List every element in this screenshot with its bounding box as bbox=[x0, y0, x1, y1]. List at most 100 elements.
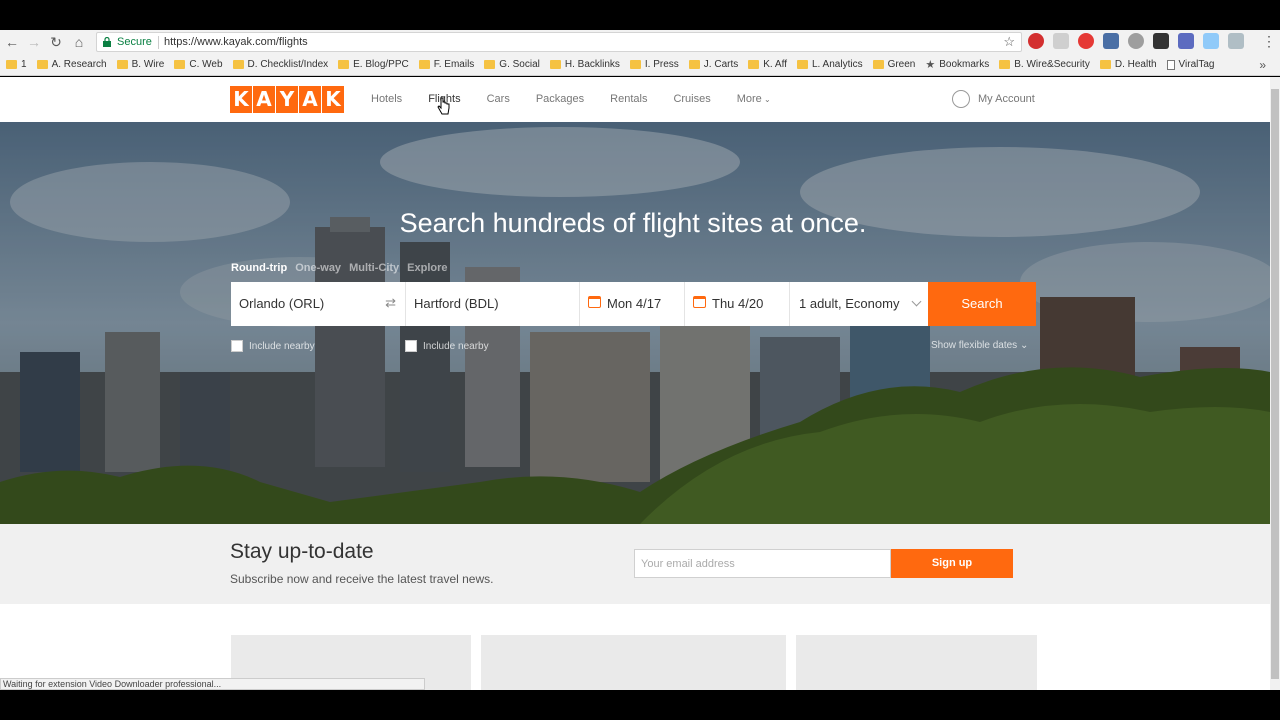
bookmark-item[interactable]: G. Social bbox=[484, 59, 540, 70]
screen: ← → ↻ ⌂ Secure https://www.kayak.com/fli… bbox=[0, 0, 1280, 720]
bookmark-item[interactable]: H. Backlinks bbox=[549, 59, 620, 70]
newsletter-title: Stay up-to-date bbox=[230, 540, 374, 563]
tab-explore[interactable]: Explore bbox=[407, 262, 447, 274]
bookmark-item[interactable]: 1 bbox=[6, 59, 27, 70]
nav-more[interactable]: More ⌄ bbox=[737, 93, 771, 105]
tab-multi-city[interactable]: Multi-City bbox=[349, 262, 399, 274]
search-button[interactable]: Search bbox=[928, 282, 1036, 326]
swap-icon[interactable]: ⇄ bbox=[385, 295, 396, 311]
bookmark-label: I. Press bbox=[644, 59, 679, 70]
site-header: K A Y A K Hotels Flights Cars Packages R… bbox=[0, 77, 1270, 122]
bookmark-item[interactable]: ★ Bookmarks bbox=[925, 58, 989, 71]
bookmark-star-icon[interactable]: ☆ bbox=[1003, 34, 1015, 50]
origin-include-nearby[interactable]: Include nearby bbox=[231, 340, 315, 352]
sign-up-button[interactable]: Sign up bbox=[891, 549, 1013, 578]
depart-date-field[interactable]: Mon 4/17 bbox=[580, 282, 685, 326]
page-scrollbar[interactable] bbox=[1270, 77, 1280, 690]
logo-letter: A bbox=[299, 86, 321, 113]
destination-nearby-checkbox[interactable] bbox=[405, 340, 417, 352]
folder-icon bbox=[484, 60, 496, 69]
nav-rentals[interactable]: Rentals bbox=[610, 93, 647, 105]
browser-toolbar: ← → ↻ ⌂ Secure https://www.kayak.com/fli… bbox=[0, 30, 1280, 54]
eyedropper-icon[interactable] bbox=[1103, 33, 1119, 49]
bookmark-item[interactable]: I. Press bbox=[629, 59, 679, 70]
gear-extension-icon[interactable] bbox=[1128, 33, 1144, 49]
code-extension-icon[interactable] bbox=[1228, 33, 1244, 49]
bookmarks-overflow-icon[interactable]: » bbox=[1259, 58, 1266, 72]
newsletter-section: Stay up-to-date Subscribe now and receiv… bbox=[0, 524, 1270, 604]
mail-extension-icon[interactable] bbox=[1053, 33, 1069, 49]
bookmark-item[interactable]: D. Health bbox=[1099, 59, 1157, 70]
bookmark-item[interactable]: K. Aff bbox=[748, 59, 787, 70]
bookmark-item[interactable]: A. Research bbox=[36, 59, 107, 70]
origin-nearby-checkbox[interactable] bbox=[231, 340, 243, 352]
folder-icon bbox=[232, 60, 244, 69]
secure-label: Secure bbox=[117, 36, 152, 48]
bookmark-item[interactable]: B. Wire&Security bbox=[999, 59, 1090, 70]
dark-extension-icon[interactable] bbox=[1153, 33, 1169, 49]
bookmark-item[interactable]: Green bbox=[872, 59, 915, 70]
logo-letter: A bbox=[253, 86, 275, 113]
travelers-value: 1 adult, Economy bbox=[799, 296, 900, 311]
tab-round-trip[interactable]: Round-trip bbox=[231, 262, 287, 274]
bookmark-label: H. Backlinks bbox=[564, 59, 620, 70]
forward-icon[interactable]: → bbox=[25, 33, 43, 51]
folder-icon bbox=[36, 60, 48, 69]
origin-field[interactable]: Orlando (ORL) ⇄ bbox=[231, 282, 406, 326]
top-black-bar bbox=[0, 0, 1280, 30]
kayak-logo[interactable]: K A Y A K bbox=[230, 86, 344, 113]
bookmark-label: A. Research bbox=[51, 59, 107, 70]
hero-title: Search hundreds of flight sites at once. bbox=[399, 208, 867, 238]
return-date-field[interactable]: Thu 4/20 bbox=[685, 282, 790, 326]
hand-cursor-icon bbox=[437, 97, 450, 115]
reload-icon[interactable]: ↻ bbox=[47, 33, 65, 51]
badge-extension-icon[interactable] bbox=[1178, 33, 1194, 49]
bookmark-item[interactable]: C. Web bbox=[174, 59, 223, 70]
bookmark-item[interactable]: D. Checklist/Index bbox=[232, 59, 328, 70]
bookmark-label: L. Analytics bbox=[811, 59, 863, 70]
my-account-link[interactable]: My Account bbox=[952, 90, 1035, 108]
bookmark-item[interactable]: E. Blog/PPC bbox=[338, 59, 409, 70]
image-extension-icon[interactable] bbox=[1203, 33, 1219, 49]
destination-include-nearby[interactable]: Include nearby bbox=[405, 340, 489, 352]
bookmark-item[interactable]: F. Emails bbox=[418, 59, 474, 70]
omnibox-divider bbox=[158, 36, 159, 49]
home-icon[interactable]: ⌂ bbox=[70, 33, 88, 51]
logo-letter: K bbox=[322, 86, 344, 113]
content-card[interactable] bbox=[796, 635, 1037, 690]
bookmark-label: G. Social bbox=[499, 59, 540, 70]
bookmark-item[interactable]: B. Wire bbox=[116, 59, 164, 70]
bookmark-item[interactable]: J. Carts bbox=[688, 59, 738, 70]
chevron-down-icon: ⌄ bbox=[1019, 340, 1029, 351]
content-card[interactable] bbox=[481, 635, 786, 690]
red-extension-icon[interactable] bbox=[1078, 33, 1094, 49]
show-flexible-dates-link[interactable]: Show flexible dates ⌄ bbox=[931, 340, 1028, 351]
address-bar[interactable]: Secure https://www.kayak.com/flights ☆ bbox=[96, 32, 1022, 52]
scrollbar-thumb[interactable] bbox=[1271, 89, 1279, 679]
nav-hotels[interactable]: Hotels bbox=[371, 93, 402, 105]
kayak-page: K A Y A K Hotels Flights Cars Packages R… bbox=[0, 77, 1270, 690]
adblock-icon[interactable] bbox=[1028, 33, 1044, 49]
nav-cars[interactable]: Cars bbox=[487, 93, 510, 105]
bookmark-item[interactable]: ViralTag bbox=[1166, 59, 1215, 70]
bookmark-label: Bookmarks bbox=[939, 59, 990, 70]
return-date-value: Thu 4/20 bbox=[712, 296, 764, 311]
nav-cruises[interactable]: Cruises bbox=[673, 93, 710, 105]
email-field[interactable] bbox=[634, 549, 891, 578]
bookmark-label: 1 bbox=[21, 59, 27, 70]
url-text[interactable]: https://www.kayak.com/flights bbox=[164, 36, 308, 48]
tab-one-way[interactable]: One-way bbox=[295, 262, 341, 274]
travelers-field[interactable]: 1 adult, Economy bbox=[790, 282, 928, 326]
destination-field[interactable]: Hartford (BDL) bbox=[406, 282, 580, 326]
bookmark-item[interactable]: L. Analytics bbox=[796, 59, 863, 70]
bookmark-label: C. Web bbox=[189, 59, 223, 70]
include-nearby-label: Include nearby bbox=[249, 340, 315, 352]
folder-icon bbox=[688, 60, 700, 69]
back-icon[interactable]: ← bbox=[3, 33, 21, 51]
hero-section: Search hundreds of flight sites at once.… bbox=[0, 122, 1270, 524]
bookmark-label: ViralTag bbox=[1178, 59, 1215, 70]
folder-icon bbox=[174, 60, 186, 69]
nav-packages[interactable]: Packages bbox=[536, 93, 584, 105]
newsletter-subtitle: Subscribe now and receive the latest tra… bbox=[230, 572, 494, 586]
menu-icon[interactable]: ⋮ bbox=[1262, 33, 1276, 50]
